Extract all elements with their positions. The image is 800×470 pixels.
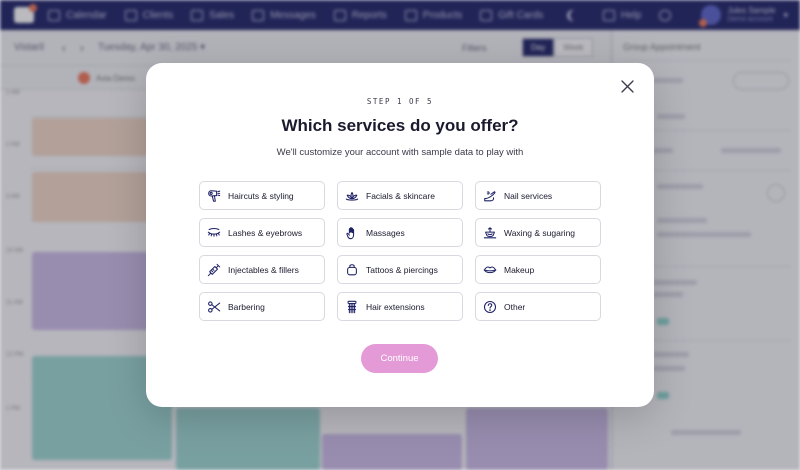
onboarding-modal: STEP 1 OF 5 Which services do you offer?… bbox=[146, 63, 654, 407]
wax-icon bbox=[483, 226, 497, 240]
service-makeup[interactable]: Makeup bbox=[475, 255, 601, 284]
hand-icon bbox=[345, 226, 359, 240]
question-circle-icon bbox=[483, 300, 497, 314]
service-nail-services[interactable]: Nail services bbox=[475, 181, 601, 210]
lotus-icon bbox=[345, 189, 359, 203]
tattoo-machine-icon bbox=[345, 263, 359, 277]
close-icon bbox=[621, 80, 634, 93]
syringe-icon bbox=[207, 263, 221, 277]
service-hair-extensions[interactable]: Hair extensions bbox=[337, 292, 463, 321]
service-lashes-eyebrows[interactable]: Lashes & eyebrows bbox=[199, 218, 325, 247]
hair-extension-icon bbox=[345, 300, 359, 314]
nail-polish-icon bbox=[483, 189, 497, 203]
close-button[interactable] bbox=[619, 78, 636, 95]
service-other[interactable]: Other bbox=[475, 292, 601, 321]
modal-title: Which services do you offer? bbox=[281, 116, 519, 135]
service-haircuts-styling[interactable]: Haircuts & styling bbox=[199, 181, 325, 210]
service-waxing-sugaring[interactable]: Waxing & sugaring bbox=[475, 218, 601, 247]
modal-subtitle: We'll customize your account with sample… bbox=[276, 147, 524, 158]
hair-dryer-icon bbox=[207, 189, 221, 203]
continue-button[interactable]: Continue bbox=[361, 344, 438, 373]
service-injectables-fillers[interactable]: Injectables & fillers bbox=[199, 255, 325, 284]
service-facials-skincare[interactable]: Facials & skincare bbox=[337, 181, 463, 210]
scissors-icon bbox=[207, 300, 221, 314]
eyelash-icon bbox=[207, 226, 221, 240]
service-barbering[interactable]: Barbering bbox=[199, 292, 325, 321]
step-indicator: STEP 1 OF 5 bbox=[366, 97, 434, 106]
service-tattoos-piercings[interactable]: Tattoos & piercings bbox=[337, 255, 463, 284]
lips-icon bbox=[483, 263, 497, 277]
services-grid: Haircuts & styling Facials & skincare Na… bbox=[199, 181, 601, 321]
service-massages[interactable]: Massages bbox=[337, 218, 463, 247]
